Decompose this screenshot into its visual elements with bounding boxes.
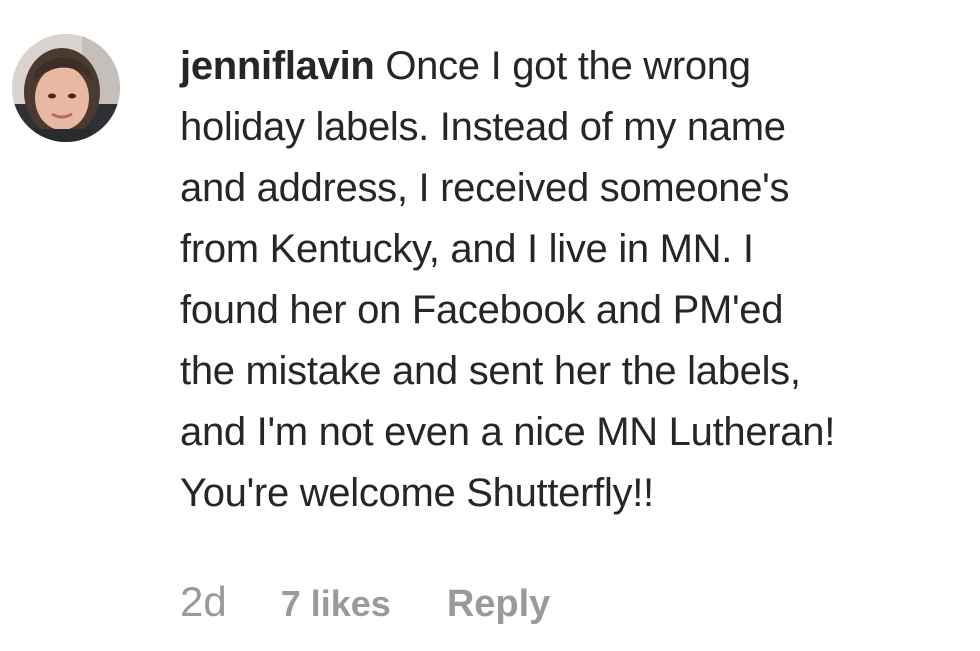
reply-button[interactable]: Reply <box>447 583 550 626</box>
comment-line: You're welcome Shutterfly!! <box>180 471 654 515</box>
comment-line: Once I got the wrong <box>385 44 751 88</box>
comment-line: found her on Facebook and PM'ed <box>180 288 784 332</box>
comment-text: jenniflavin Once I got the wrong holiday … <box>180 36 970 524</box>
comment-timestamp[interactable]: 2d <box>180 578 227 626</box>
comment-line: from Kentucky, and I live in MN. I <box>180 227 754 271</box>
comment: jenniflavin Once I got the wrong holiday … <box>0 0 980 651</box>
comment-line: and address, I received someone's <box>180 166 790 210</box>
profile-photo-icon <box>12 34 120 142</box>
comment-line: and I'm not even a nice MN Lutheran! <box>180 410 836 454</box>
comment-line: holiday labels. Instead of my name <box>180 105 786 149</box>
likes-count-button[interactable]: 7 likes <box>281 583 391 625</box>
comment-body: jenniflavin Once I got the wrong holiday … <box>180 36 970 524</box>
comment-meta: 2d 7 likes Reply <box>180 578 550 626</box>
comment-line: the mistake and sent her the labels, <box>180 349 801 393</box>
username-link[interactable]: jenniflavin <box>180 44 375 88</box>
avatar[interactable] <box>12 34 120 142</box>
